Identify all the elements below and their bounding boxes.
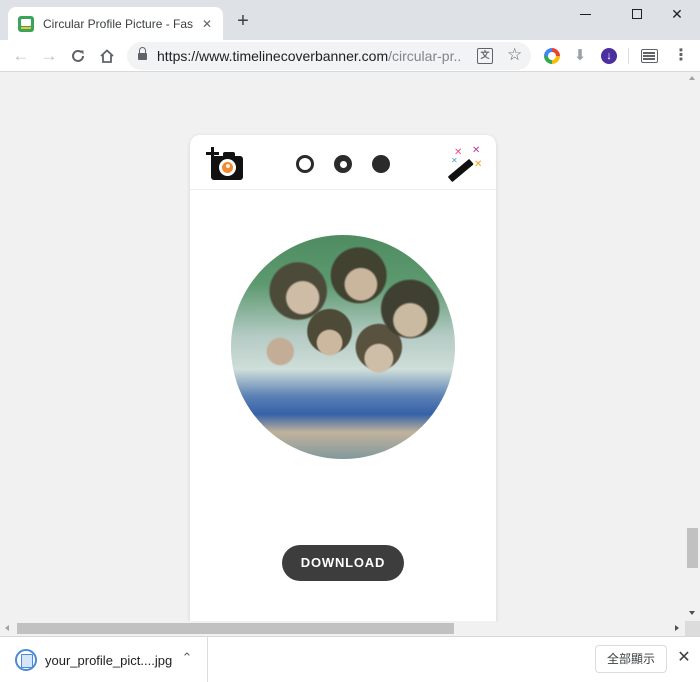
window-close-button[interactable]: ✕ xyxy=(654,0,700,30)
reload-icon[interactable] xyxy=(66,44,90,68)
translate-icon[interactable]: 文 xyxy=(477,48,493,64)
menu-dots-icon[interactable]: ⋮ xyxy=(673,46,689,66)
scroll-right-arrow-icon[interactable] xyxy=(675,625,679,631)
toolbar-divider xyxy=(628,48,629,64)
download-arrow-icon[interactable]: ⬇ xyxy=(572,48,588,64)
download-shelf: your_profile_pict....jpg ⌃ 全部顯示 ✕ xyxy=(0,636,700,682)
horizontal-scroll-thumb[interactable] xyxy=(17,623,454,634)
image-file-icon xyxy=(15,649,37,671)
tab-title: Circular Profile Picture - Fast Or xyxy=(43,16,193,31)
address-bar[interactable]: https://www.timelinecoverbanner.com/circ… xyxy=(127,42,531,70)
shape-option-ring[interactable] xyxy=(296,155,314,173)
magic-wand-icon[interactable]: ✕ ✕ ✕ ✕ xyxy=(447,146,484,183)
url-text: https://www.timelinecoverbanner.com/circ… xyxy=(157,48,462,64)
extension-download-purple-icon[interactable]: ↓ xyxy=(601,48,617,64)
download-file-name: your_profile_pict....jpg xyxy=(45,653,173,668)
extension-calendar-icon[interactable] xyxy=(641,49,658,63)
download-item[interactable]: your_profile_pict....jpg ⌃ xyxy=(0,637,208,682)
shape-option-solid[interactable] xyxy=(372,155,390,173)
show-all-downloads-button[interactable]: 全部顯示 xyxy=(595,645,667,673)
forward-icon[interactable]: → xyxy=(37,44,61,68)
home-icon[interactable] xyxy=(95,44,119,68)
extension-chrome-circle-icon[interactable] xyxy=(544,48,560,64)
scroll-down-arrow-icon[interactable] xyxy=(689,611,695,615)
scroll-up-arrow-icon[interactable] xyxy=(689,76,695,80)
browser-tab[interactable]: Circular Profile Picture - Fast Or ✕ xyxy=(8,7,223,40)
new-tab-button[interactable]: + xyxy=(232,11,254,33)
add-photo-camera-icon[interactable] xyxy=(206,147,244,181)
browser-toolbar: ← → https://www.timelinecoverbanner.com/… xyxy=(0,40,700,72)
scrollbar-corner xyxy=(685,621,700,636)
tab-strip: Circular Profile Picture - Fast Or ✕ + ✕ xyxy=(0,0,700,40)
tab-close-icon[interactable]: ✕ xyxy=(199,16,215,32)
close-shelf-icon[interactable]: ✕ xyxy=(674,648,694,668)
vertical-scroll-thumb[interactable] xyxy=(687,528,698,568)
profile-editor-card: ✕ ✕ ✕ ✕ DOWNLOAD xyxy=(190,135,496,621)
site-favicon-icon xyxy=(18,15,34,32)
chevron-up-icon[interactable]: ⌃ xyxy=(180,650,194,665)
vertical-scrollbar[interactable] xyxy=(685,72,700,621)
scroll-left-arrow-icon[interactable] xyxy=(5,625,9,631)
bookmark-star-icon[interactable]: ☆ xyxy=(507,45,522,65)
editor-toolbar: ✕ ✕ ✕ ✕ xyxy=(190,135,496,190)
horizontal-scrollbar[interactable] xyxy=(0,621,685,636)
shape-option-dot-ring[interactable] xyxy=(334,155,352,173)
page-viewport: ✕ ✕ ✕ ✕ DOWNLOAD xyxy=(0,72,685,621)
back-icon[interactable]: ← xyxy=(9,44,33,68)
lock-icon xyxy=(138,47,147,61)
download-button[interactable]: DOWNLOAD xyxy=(282,545,404,581)
circular-profile-photo[interactable] xyxy=(231,235,455,459)
window-minimize-button[interactable] xyxy=(562,0,608,30)
